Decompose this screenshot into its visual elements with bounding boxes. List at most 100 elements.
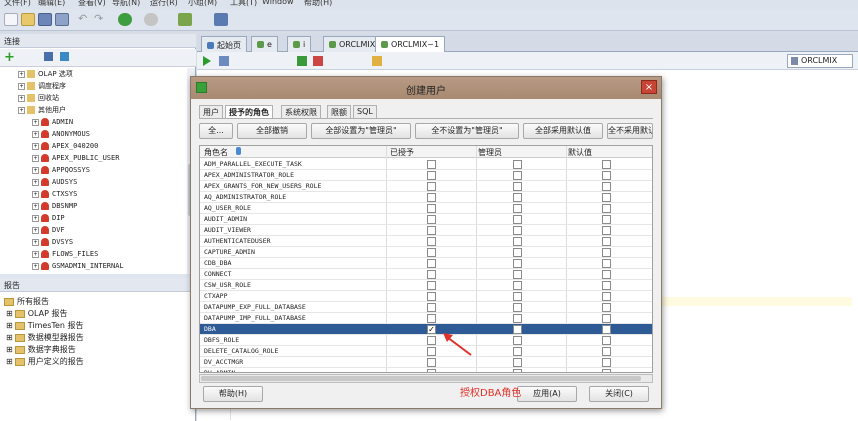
default-checkbox[interactable] <box>602 215 611 224</box>
admin-checkbox[interactable] <box>513 215 522 224</box>
expand-icon[interactable]: + <box>32 262 39 270</box>
admin-checkbox[interactable] <box>513 204 522 213</box>
close-button[interactable]: 关闭(C) <box>589 386 649 402</box>
debug-icon[interactable] <box>214 13 228 26</box>
granted-checkbox[interactable] <box>427 160 436 169</box>
tree-item[interactable]: + CTXSYS <box>32 188 77 200</box>
menu-item[interactable]: 编辑(E) <box>38 0 65 8</box>
grid-horizontal-scrollbar[interactable] <box>199 374 653 383</box>
tree-item[interactable]: + ADMIN <box>32 116 73 128</box>
tree-item[interactable]: + APEX_PUBLIC_USER <box>32 152 119 164</box>
granted-checkbox[interactable] <box>427 182 436 191</box>
bulk-button[interactable]: 全不采用默认值 <box>607 123 653 139</box>
default-checkbox[interactable] <box>602 292 611 301</box>
granted-checkbox[interactable] <box>427 171 436 180</box>
granted-checkbox[interactable] <box>427 336 436 345</box>
granted-checkbox[interactable] <box>427 281 436 290</box>
open-icon[interactable] <box>21 13 35 26</box>
editor-tab[interactable]: ORCLMIX <box>323 36 382 52</box>
report-item[interactable]: 所有报告 <box>4 296 49 308</box>
role-row[interactable]: ADM_PARALLEL_EXECUTE_TASK <box>200 159 652 170</box>
expand-icon[interactable]: + <box>32 190 39 198</box>
dialog-tab[interactable]: 系统权限 <box>281 105 321 119</box>
role-row[interactable]: AUDIT_VIEWER <box>200 225 652 236</box>
tree-item[interactable]: + 回收站 <box>18 92 59 104</box>
menu-item[interactable]: 文件(F) <box>4 0 31 8</box>
default-checkbox[interactable] <box>602 347 611 356</box>
connection-selector[interactable]: ORCLMIX <box>787 54 853 68</box>
granted-checkbox[interactable] <box>427 270 436 279</box>
role-row[interactable]: DV_ACCTMGR <box>200 357 652 368</box>
granted-checkbox[interactable] <box>427 358 436 367</box>
default-checkbox[interactable] <box>602 237 611 246</box>
run-icon[interactable] <box>178 13 192 26</box>
report-item[interactable]: ⊞ OLAP 报告 <box>6 308 67 320</box>
role-row[interactable]: DV_ADMIN <box>200 368 652 372</box>
dialog-tab[interactable]: 授予的角色 <box>225 105 273 119</box>
dialog-tab[interactable]: 用户 <box>199 105 223 119</box>
dialog-tab[interactable]: SQL <box>353 105 377 119</box>
expand-icon[interactable]: + <box>32 142 39 150</box>
role-row[interactable]: AUTHENTICATEDUSER <box>200 236 652 247</box>
expand-icon[interactable]: + <box>32 214 39 222</box>
default-checkbox[interactable] <box>602 358 611 367</box>
admin-checkbox[interactable] <box>513 358 522 367</box>
bulk-button[interactable]: 全部设置为"管理员" <box>311 123 411 139</box>
tree-item[interactable]: + DVSYS <box>32 236 73 248</box>
bulk-button[interactable]: 全部撤销 <box>237 123 307 139</box>
granted-checkbox[interactable] <box>427 369 436 372</box>
default-checkbox[interactable] <box>602 281 611 290</box>
role-row[interactable]: AQ_ADMINISTRATOR_ROLE <box>200 192 652 203</box>
role-row[interactable]: APEX_ADMINISTRATOR_ROLE <box>200 170 652 181</box>
role-row[interactable]: CSW_USR_ROLE <box>200 280 652 291</box>
menu-item[interactable]: 帮助(H) <box>304 0 332 8</box>
expand-icon[interactable]: + <box>32 226 39 234</box>
tree-item[interactable]: + 其他用户 <box>18 104 66 116</box>
run-script-icon[interactable] <box>203 56 211 66</box>
tree-item[interactable]: + DBSNMP <box>32 200 77 212</box>
expand-icon[interactable]: + <box>32 154 39 162</box>
expand-icon[interactable]: ⊞ <box>6 333 13 342</box>
admin-checkbox[interactable] <box>513 248 522 257</box>
default-checkbox[interactable] <box>602 369 611 372</box>
run-statement-icon[interactable] <box>219 56 229 66</box>
help-button[interactable]: 帮助(H) <box>203 386 263 402</box>
granted-checkbox[interactable]: ✓ <box>427 325 436 334</box>
bulk-button[interactable]: 全不设置为"管理员" <box>415 123 519 139</box>
admin-checkbox[interactable] <box>513 292 522 301</box>
clear-icon[interactable] <box>372 56 382 66</box>
expand-icon[interactable]: + <box>32 166 39 174</box>
granted-checkbox[interactable] <box>427 237 436 246</box>
tree-item[interactable]: + OLAP 选项 <box>18 68 73 80</box>
expand-icon[interactable]: + <box>18 106 25 114</box>
granted-checkbox[interactable] <box>427 259 436 268</box>
default-checkbox[interactable] <box>602 336 611 345</box>
default-checkbox[interactable] <box>602 204 611 213</box>
close-icon[interactable]: × <box>641 80 657 94</box>
granted-checkbox[interactable] <box>427 292 436 301</box>
role-row[interactable]: CDB_DBA <box>200 258 652 269</box>
tree-item[interactable]: + 调度程序 <box>18 80 66 92</box>
default-checkbox[interactable] <box>602 248 611 257</box>
granted-checkbox[interactable] <box>427 226 436 235</box>
granted-checkbox[interactable] <box>427 193 436 202</box>
report-item[interactable]: ⊞ 用户定义的报告 <box>6 356 84 368</box>
redo-icon[interactable]: ↷ <box>94 13 108 26</box>
report-item[interactable]: ⊞ 数据字典报告 <box>6 344 76 356</box>
expand-icon[interactable]: + <box>32 202 39 210</box>
bulk-button[interactable]: 全部采用默认值 <box>523 123 603 139</box>
admin-checkbox[interactable] <box>513 314 522 323</box>
save-icon[interactable] <box>38 13 52 26</box>
editor-tab[interactable]: 起始页 <box>201 36 247 52</box>
role-row[interactable]: DATAPUMP_EXP_FULL_DATABASE <box>200 302 652 313</box>
editor-tab[interactable]: e <box>251 36 278 52</box>
role-row[interactable]: DELETE_CATALOG_ROLE <box>200 346 652 357</box>
tree-item[interactable]: + ANONYMOUS <box>32 128 90 140</box>
expand-icon[interactable]: + <box>18 70 25 78</box>
tree-item[interactable]: + DIP <box>32 212 65 224</box>
granted-checkbox[interactable] <box>427 347 436 356</box>
default-checkbox[interactable] <box>602 314 611 323</box>
tree-item[interactable]: + AUDSYS <box>32 176 77 188</box>
report-item[interactable]: ⊞ 数据模型器报告 <box>6 332 84 344</box>
default-checkbox[interactable] <box>602 182 611 191</box>
